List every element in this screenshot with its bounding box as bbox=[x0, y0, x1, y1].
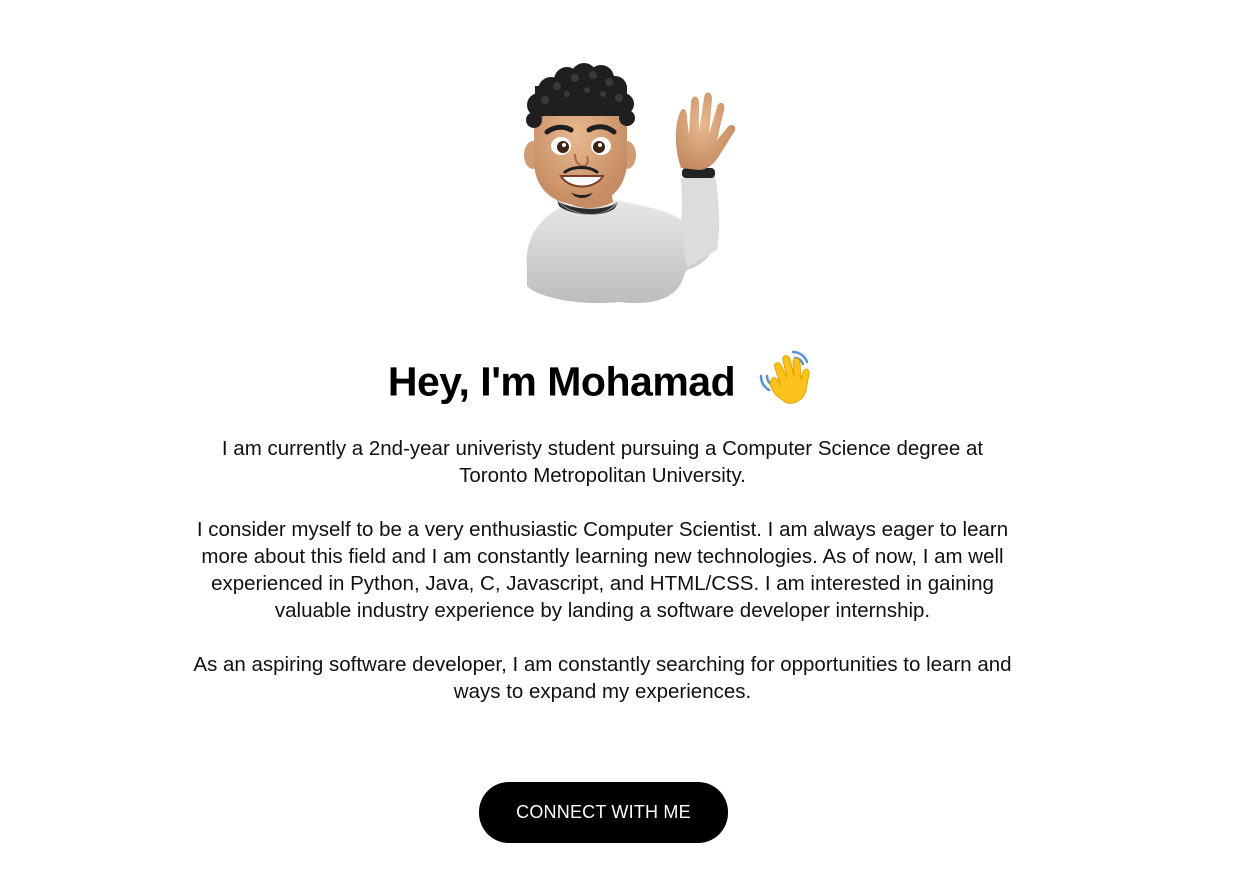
bio-paragraph: I am currently a 2nd-year univeristy stu… bbox=[221, 437, 984, 487]
bio-section: I am currently a 2nd-year univeristy stu… bbox=[190, 435, 1015, 732]
connect-with-me-button[interactable]: CONNECT WITH ME bbox=[479, 782, 728, 843]
page-title: Hey, I'm Mohamad bbox=[387, 358, 736, 405]
waving-hand-icon bbox=[757, 346, 817, 406]
bio-paragraph: I consider myself to be a very enthusias… bbox=[196, 518, 1009, 622]
hero-headline: Hey, I'm Mohamad bbox=[0, 350, 1205, 412]
memoji-avatar-icon bbox=[509, 60, 745, 306]
page: Hey, I'm Mohamad I am currently a 2nd-ye… bbox=[0, 0, 1243, 875]
bio-paragraph: As an aspiring software developer, I am … bbox=[193, 653, 1012, 703]
